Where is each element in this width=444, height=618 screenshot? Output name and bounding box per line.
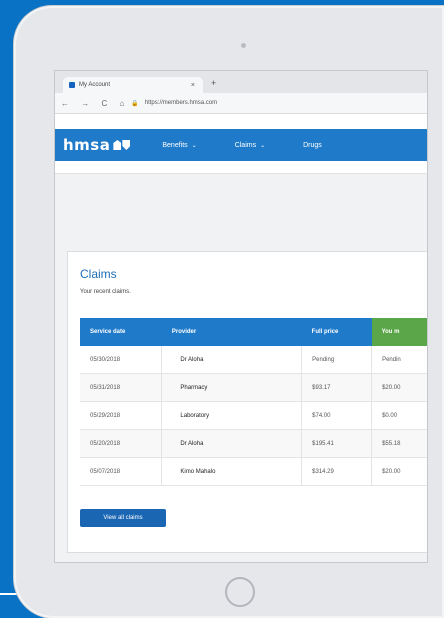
page-top-strip: [55, 161, 427, 174]
new-tab-icon[interactable]: +: [211, 78, 216, 88]
main-menu: Benefits ⌄ Claims ⌄ Drugs: [162, 142, 359, 149]
cell-service-date: 05/30/2018: [80, 346, 163, 374]
cell-full-price: $195.41: [301, 429, 373, 458]
cell-provider: Laboratory: [161, 401, 303, 430]
browser-tab[interactable]: My Account ×: [63, 77, 203, 93]
cell-full-price: $314.29: [301, 457, 373, 486]
cell-full-price: $74.00: [301, 401, 373, 430]
column-header-you-may-owe[interactable]: You m: [371, 318, 427, 346]
blue-cross-shield-icon: [113, 140, 131, 150]
view-all-claims-button[interactable]: View all claims: [80, 509, 166, 527]
lock-icon: 🔒: [131, 100, 139, 107]
tab-close-icon[interactable]: ×: [191, 82, 195, 89]
nav-buttons[interactable]: ← → C ⌂: [61, 99, 129, 108]
browser-tabbar: My Account × +: [55, 71, 427, 93]
tab-title: My Account: [79, 82, 111, 88]
claims-card: Claims Your recent claims. Service date …: [67, 251, 427, 553]
cell-service-date: 05/20/2018: [80, 429, 163, 458]
cell-service-date: 05/31/2018: [80, 373, 163, 402]
tablet-frame: My Account × + ← → C ⌂ 🔒 https://members…: [14, 6, 444, 618]
url-field[interactable]: https://members.hmsa.com: [145, 100, 217, 106]
claims-title: Claims: [80, 267, 117, 281]
hmsa-logo[interactable]: hmsa: [63, 136, 110, 154]
cell-you-may-owe: Pendin: [371, 346, 427, 374]
home-button[interactable]: [225, 577, 255, 607]
chevron-down-icon: ⌄: [260, 142, 266, 149]
table-row[interactable]: 05/29/2018 Laboratory $74.00 $0.00: [80, 401, 427, 430]
cell-you-may-owe: $0.00: [371, 401, 427, 430]
cell-provider: Kimo Mahalo: [161, 457, 303, 486]
cell-you-may-owe: $55.18: [371, 429, 427, 458]
address-bar: ← → C ⌂ 🔒 https://members.hmsa.com: [55, 93, 427, 114]
tablet-screen: My Account × + ← → C ⌂ 🔒 https://members…: [54, 70, 428, 563]
table-row[interactable]: 05/31/2018 Pharmacy $93.17 $20.00: [80, 373, 427, 402]
column-header-provider[interactable]: Provider: [161, 318, 302, 346]
cell-provider: Dr Aloha: [161, 429, 303, 458]
claims-table: Service date Provider Full price You m 0…: [80, 318, 427, 486]
menu-item-drugs[interactable]: Drugs: [303, 142, 322, 149]
column-header-full-price[interactable]: Full price: [301, 318, 372, 346]
cell-provider: Dr Aloha: [161, 346, 303, 374]
cell-you-may-owe: $20.00: [371, 373, 427, 402]
cell-you-may-owe: $20.00: [371, 457, 427, 486]
claims-subtitle: Your recent claims.: [80, 289, 131, 295]
column-header-service-date[interactable]: Service date: [80, 318, 162, 346]
menu-item-benefits[interactable]: Benefits ⌄: [162, 142, 196, 149]
table-row[interactable]: 05/20/2018 Dr Aloha $195.41 $55.18: [80, 429, 427, 458]
table-row[interactable]: 05/30/2018 Dr Aloha Pending Pendin: [80, 346, 427, 374]
menu-item-claims[interactable]: Claims ⌄: [235, 142, 265, 149]
cell-provider: Pharmacy: [161, 373, 303, 402]
cell-service-date: 05/07/2018: [80, 457, 163, 486]
site-header: hmsa Benefits ⌄ Claims ⌄ Drugs: [55, 129, 427, 161]
cell-full-price: $93.17: [301, 373, 373, 402]
table-row[interactable]: 05/07/2018 Kimo Mahalo $314.29 $20.00: [80, 457, 427, 486]
chevron-down-icon: ⌄: [191, 142, 197, 149]
cell-full-price: Pending: [301, 346, 373, 374]
favicon-icon: [69, 82, 75, 88]
table-header-row: Service date Provider Full price You m: [80, 318, 427, 346]
cell-service-date: 05/29/2018: [80, 401, 163, 430]
camera-dot: [241, 43, 246, 48]
